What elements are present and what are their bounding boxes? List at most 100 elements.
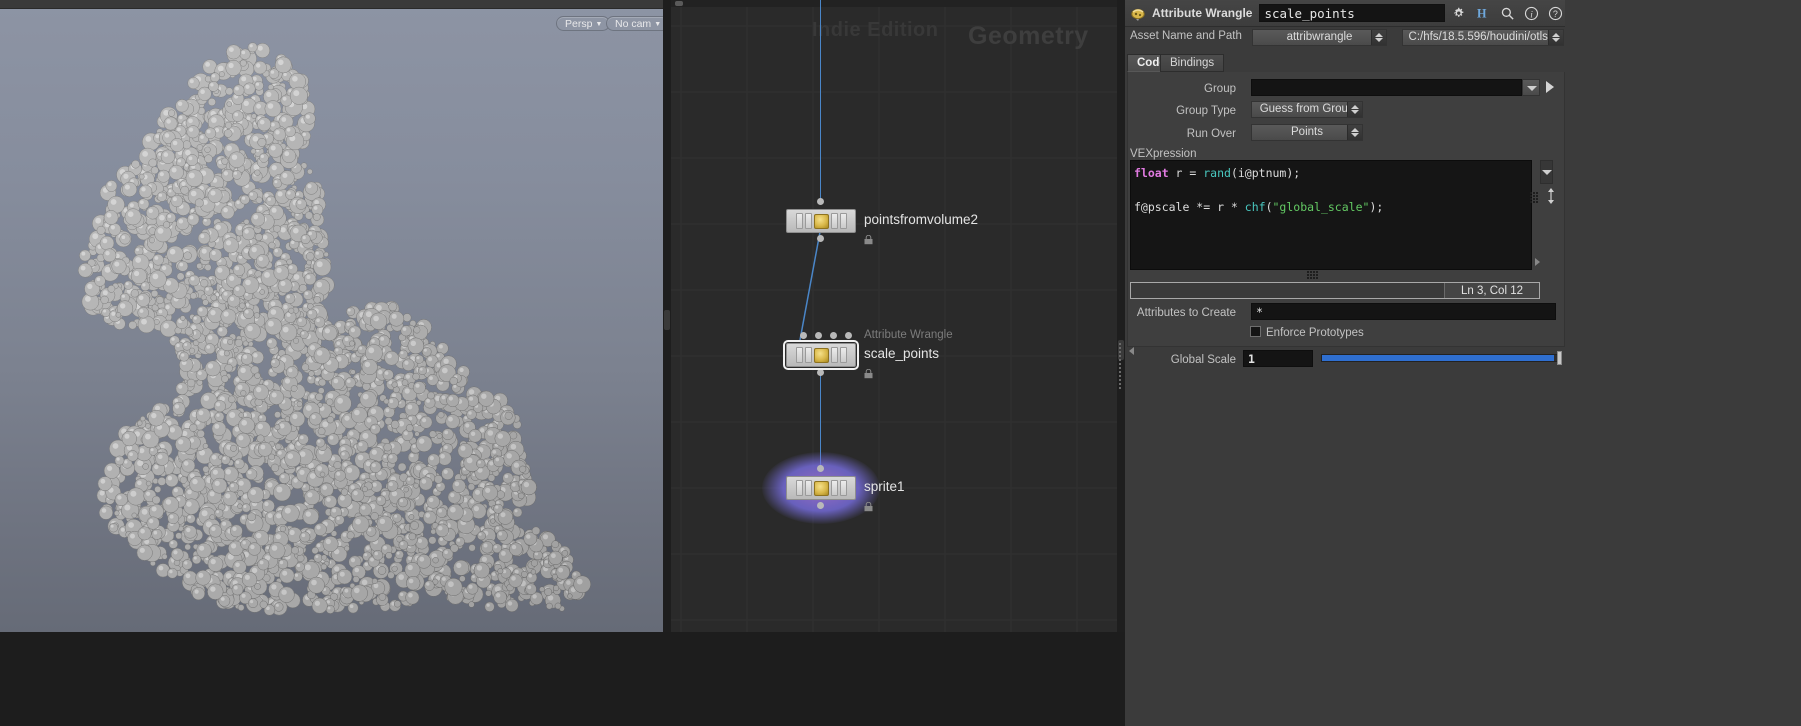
viewport-camera-label: No cam	[615, 18, 652, 30]
node-subtitle: Attribute Wrangle	[864, 329, 953, 341]
param-pane-splitter-grip[interactable]	[1118, 342, 1124, 389]
info-icon[interactable]: i	[1524, 6, 1539, 21]
enforce-prototypes-checkbox[interactable]	[1250, 326, 1261, 337]
asset-name-dropdown[interactable]: attribwrangle	[1252, 29, 1387, 46]
tab-bindings[interactable]: Bindings	[1160, 54, 1225, 72]
node-lock-icon	[864, 368, 873, 379]
node-input-connector[interactable]	[817, 465, 824, 472]
node-input-connector[interactable]	[815, 332, 822, 339]
node-slot	[839, 347, 847, 363]
node-input-connector[interactable]	[830, 332, 837, 339]
parameter-tabs: Code Bindings	[1127, 54, 1387, 72]
node-label: pointsfromvolume2	[864, 212, 979, 227]
node-slot	[830, 347, 838, 363]
code-resize-grip-bottom[interactable]	[1307, 271, 1318, 280]
chevron-down-icon: ▼	[595, 21, 603, 28]
group-type-dropdown[interactable]: Guess from Group	[1251, 101, 1363, 118]
spinner-icon[interactable]	[1548, 30, 1563, 45]
code-line: float r = rand(i@ptnum);	[1134, 165, 1531, 182]
cursor-position-label: Ln 3, Col 12	[1460, 284, 1523, 297]
node-slot	[804, 213, 812, 229]
viewport-view-mode-button[interactable]: Persp ▼	[556, 16, 611, 31]
node-input-connector[interactable]	[845, 332, 852, 339]
code-token: float	[1134, 166, 1176, 180]
code-line: f@pscale *= r * chf("global_scale");	[1134, 199, 1531, 216]
code-resize-grip-side[interactable]	[1530, 192, 1541, 203]
search-icon[interactable]	[1500, 6, 1515, 21]
folder-collapse-arrow[interactable]	[1129, 347, 1134, 355]
code-token: f@pscale *= r *	[1134, 200, 1245, 214]
run-over-value: Points	[1291, 126, 1323, 138]
node-body[interactable]	[786, 209, 856, 233]
group-dropdown-button[interactable]	[1522, 79, 1540, 96]
node-body[interactable]	[786, 476, 856, 500]
global-scale-field[interactable]: 1	[1243, 350, 1313, 367]
attributes-to-create-field[interactable]: *	[1251, 303, 1556, 320]
node-input-connector[interactable]	[800, 332, 807, 339]
node-output-connector[interactable]	[817, 235, 824, 242]
code-expand-icon[interactable]	[1545, 188, 1557, 204]
global-scale-label: Global Scale	[1170, 354, 1236, 366]
chevron-down-icon: ▼	[654, 21, 662, 28]
parameter-pane-header: Attribute Wrangle scale_points H i ?	[1125, 0, 1565, 27]
header-icon-group: H i ?	[1452, 6, 1563, 21]
scrollbar-thumb[interactable]	[675, 1, 683, 6]
pointsfromvolume-icon	[813, 213, 829, 229]
wire-top	[819, 0, 821, 202]
node-name-field[interactable]: scale_points	[1259, 4, 1446, 22]
group-field[interactable]	[1251, 79, 1522, 96]
point-cloud-render	[77, 42, 591, 616]
attribwrangle-icon	[813, 347, 829, 363]
node-output-connector[interactable]	[817, 369, 824, 376]
pane-splitter-left[interactable]	[663, 0, 671, 632]
group-pick-icon[interactable]	[1546, 81, 1554, 93]
node-label: scale_points	[864, 346, 940, 361]
node-body[interactable]	[783, 340, 859, 370]
asset-path-dropdown[interactable]: C:/hfs/18.5.596/houdini/otls...	[1402, 29, 1564, 46]
code-token: );	[1369, 200, 1384, 214]
code-collapse-arrow[interactable]	[1535, 258, 1540, 266]
node-input-connector[interactable]	[817, 198, 824, 205]
node-output-connector[interactable]	[817, 502, 824, 509]
node-lock-icon	[864, 234, 873, 245]
houdini-h-icon[interactable]: H	[1476, 6, 1491, 21]
code-status-blank	[1131, 283, 1445, 298]
node-slot	[795, 480, 803, 496]
spinner-icon[interactable]	[1347, 102, 1362, 117]
node-label: sprite1	[864, 479, 905, 494]
group-label: Group	[1204, 83, 1236, 95]
node-slot	[839, 213, 847, 229]
slider-fill	[1322, 355, 1554, 361]
help-icon[interactable]: ?	[1548, 6, 1563, 21]
gear-icon[interactable]	[1452, 6, 1467, 21]
viewport-camera-button[interactable]: No cam ▼	[606, 16, 663, 31]
network-editor[interactable]: Indie Edition Geometry pointsfromvolume2…	[671, 0, 1117, 632]
node-slot	[830, 480, 838, 496]
node-slot	[830, 213, 838, 229]
code-token: r =	[1175, 166, 1204, 180]
spinner-icon[interactable]	[1347, 125, 1362, 140]
code-scroll-up[interactable]	[1540, 160, 1553, 184]
chevron-down-icon	[1527, 86, 1537, 91]
geometry-context-watermark: Geometry	[968, 22, 1089, 50]
code-status-bar: Ln 3, Col 12	[1130, 282, 1540, 299]
network-grid	[671, 0, 1117, 632]
vexpression-code-editor[interactable]: float r = rand(i@ptnum); f@pscale *= r *…	[1130, 160, 1532, 270]
bottom-filler	[0, 632, 1125, 726]
svg-text:?: ?	[1553, 9, 1558, 19]
spinner-icon[interactable]	[1371, 30, 1386, 45]
global-scale-slider[interactable]	[1321, 354, 1561, 362]
scene-viewport[interactable]: Persp ▼ No cam ▼	[0, 0, 663, 632]
attributes-to-create-label: Attributes to Create	[1136, 307, 1236, 319]
chevron-down-icon	[1542, 170, 1552, 175]
wire-bottom	[819, 368, 821, 468]
code-token: "global_scale"	[1272, 200, 1370, 214]
group-type-value: Guess from Group	[1259, 103, 1355, 115]
global-scale-slider-handle[interactable]	[1557, 351, 1562, 365]
pane-splitter-right[interactable]	[1117, 0, 1125, 632]
network-scrollbar-horizontal[interactable]	[671, 0, 1117, 7]
splitter-grip[interactable]	[664, 310, 670, 330]
run-over-dropdown[interactable]: Points	[1251, 124, 1363, 141]
code-token: (i@ptnum);	[1230, 166, 1301, 180]
